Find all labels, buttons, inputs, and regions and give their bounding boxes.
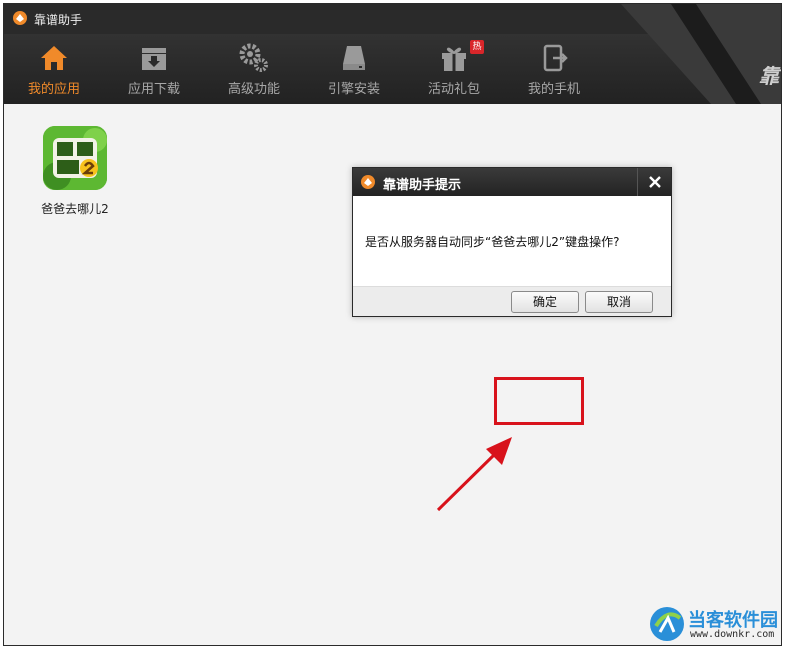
nav-label-gift-pack: 活动礼包 [427, 82, 480, 97]
close-icon [649, 176, 661, 188]
kaopu-logo-icon [361, 175, 375, 189]
dialog-title: 靠谱助手提示 [383, 178, 462, 193]
ok-button[interactable]: 确定 [511, 291, 579, 313]
annotation-arrow-icon [436, 437, 512, 512]
nav-label-my-apps: 我的应用 [27, 82, 80, 97]
nav-advanced[interactable]: 高级功能 [204, 34, 304, 104]
cancel-button[interactable]: 取消 [585, 291, 653, 313]
nav-my-apps[interactable]: 我的应用 [4, 34, 104, 104]
dialog-close-button[interactable] [637, 168, 671, 196]
nav-my-phone[interactable]: 我的手机 [504, 34, 604, 104]
watermark-url: www.downkr.com [690, 629, 775, 640]
watermark-logo-icon [650, 607, 684, 641]
hot-badge: 热 [470, 40, 484, 54]
home-icon [41, 46, 67, 70]
brand-logo-partial: 靠 [759, 64, 779, 88]
annotation-highlight-box [494, 377, 584, 425]
hard-drive-icon [343, 46, 365, 70]
dialog-title-bar[interactable]: 靠谱助手提示 [353, 168, 671, 196]
gears-icon [239, 43, 268, 72]
download-box-icon [142, 48, 166, 70]
nav-label-engine-install: 引擎安装 [327, 82, 380, 97]
nav-engine-install[interactable]: 引擎安装 [304, 34, 404, 104]
app-name: 爸爸去哪儿2 [41, 202, 109, 216]
dialog-footer: 确定 取消 [353, 286, 671, 316]
nav-label-advanced: 高级功能 [227, 82, 280, 97]
main-toolbar: 我的应用 应用下载 高级功能 引擎安装 热 活动礼包 我的手机 靠 [4, 4, 781, 104]
game-logo-icon [43, 126, 107, 190]
nav-gift-pack[interactable]: 热 活动礼包 [404, 34, 504, 104]
dialog-message: 是否从服务器自动同步“爸爸去哪儿2”键盘操作? [365, 235, 620, 249]
sync-prompt-dialog: 靠谱助手提示 是否从服务器自动同步“爸爸去哪儿2”键盘操作? 确定 取消 [352, 167, 672, 317]
gift-icon [442, 47, 466, 71]
window-title: 靠谱助手 [34, 13, 83, 27]
app-game-icon [43, 126, 107, 190]
kaopu-logo-icon [13, 11, 27, 25]
phone-exit-icon [543, 44, 568, 72]
app-tile[interactable]: 爸爸去哪儿2 [34, 126, 124, 226]
app-window: 靠谱助手 我的应用 应用下载 高级功能 引擎安装 热 活动礼包 我的手机 靠 爸… [3, 3, 782, 646]
nav-app-download[interactable]: 应用下载 [104, 34, 204, 104]
site-watermark: 当客软件园 www.downkr.com [648, 604, 786, 646]
nav-label-my-phone: 我的手机 [527, 82, 580, 97]
dialog-body: 是否从服务器自动同步“爸爸去哪儿2”键盘操作? [353, 196, 671, 286]
nav-label-app-download: 应用下载 [127, 82, 180, 97]
